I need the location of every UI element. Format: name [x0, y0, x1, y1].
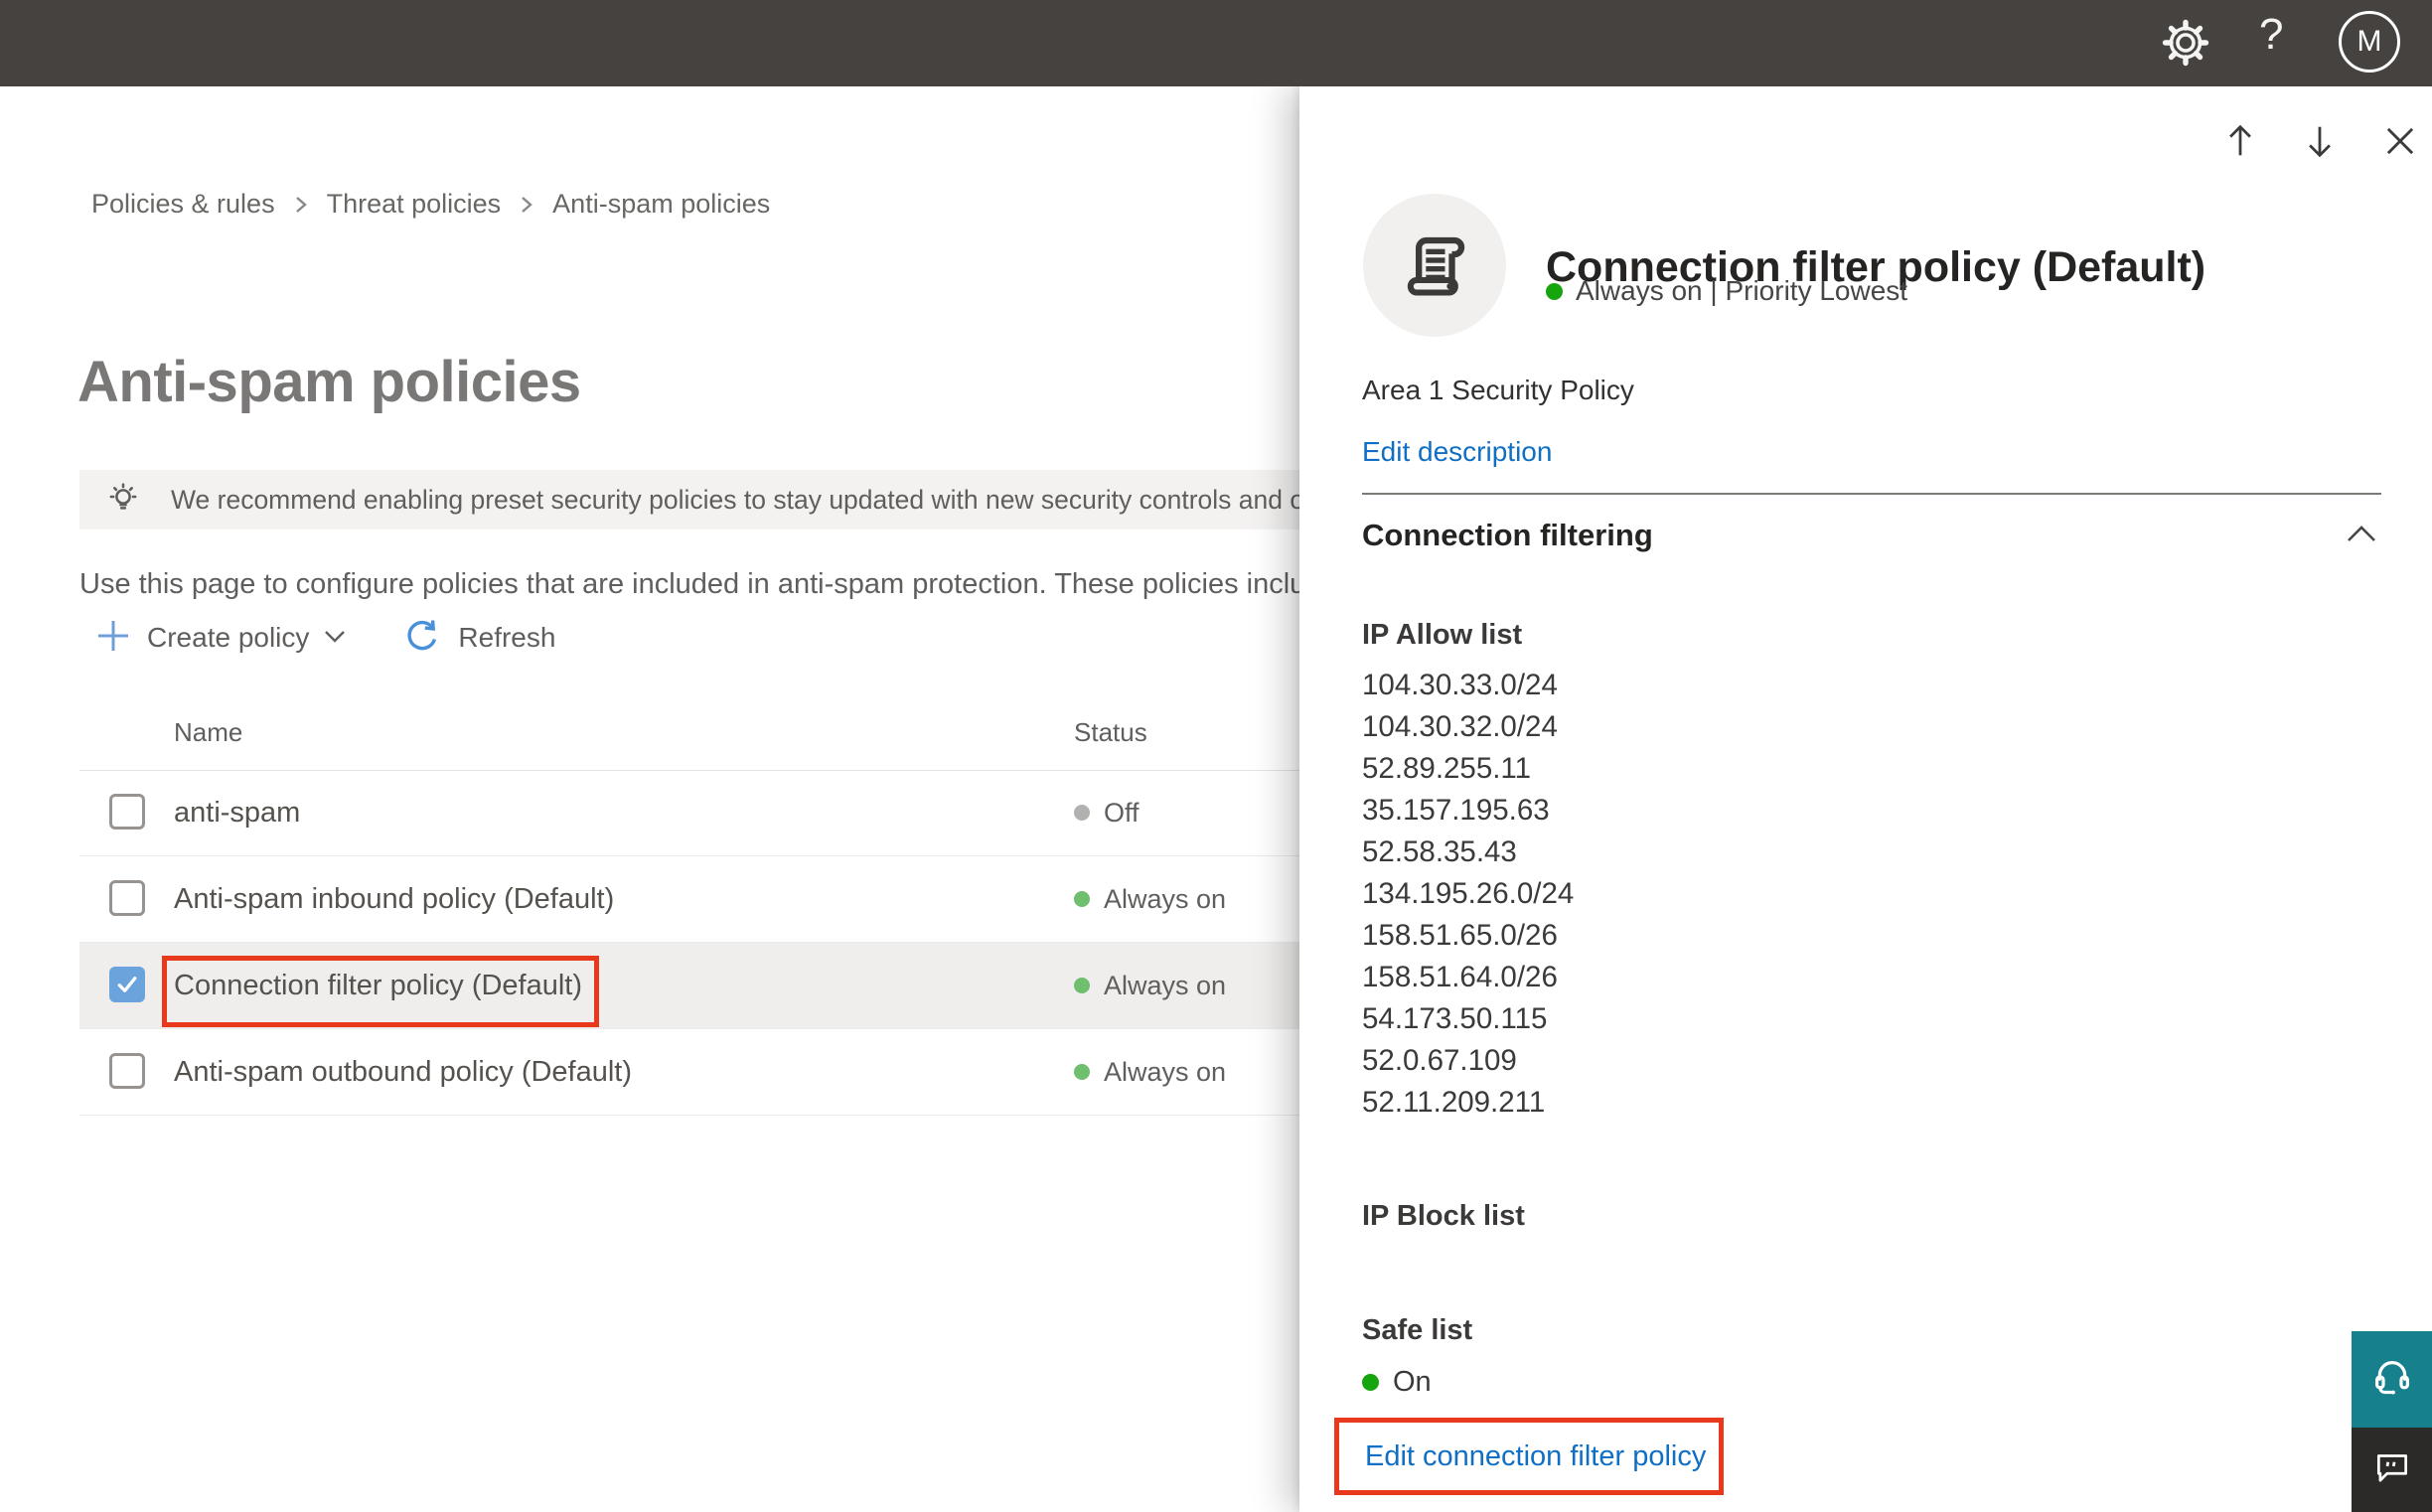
status-dot [1362, 1374, 1379, 1391]
avatar[interactable]: M [2339, 11, 2400, 73]
close-icon[interactable] [2378, 119, 2422, 168]
column-header-status[interactable]: Status [1074, 717, 1147, 748]
feedback-button[interactable] [2352, 1428, 2432, 1512]
chevron-down-icon [321, 625, 349, 652]
ip-entry: 35.157.195.63 [1362, 794, 1550, 827]
section-connection-filtering: Connection filtering [1362, 518, 2381, 553]
status-badge: Always on [1074, 856, 1226, 942]
status-dot [1074, 805, 1090, 821]
refresh-icon [402, 616, 442, 661]
status-dot [1074, 1064, 1090, 1080]
next-item-arrow-down-icon[interactable] [2298, 119, 2342, 168]
policy-scroll-icon [1363, 194, 1506, 337]
banner-text: We recommend enabling preset security po… [171, 484, 1445, 515]
row-checkbox[interactable] [109, 1053, 145, 1089]
top-app-bar: ? M [0, 0, 2432, 86]
breadcrumb-anti-spam-policies[interactable]: Anti-spam policies [552, 189, 770, 220]
safe-list-label: Safe list [1362, 1314, 1473, 1346]
refresh-button[interactable]: Refresh [402, 616, 567, 661]
divider [1362, 493, 2381, 495]
breadcrumb-threat-policies[interactable]: Threat policies [327, 189, 502, 220]
chevron-up-icon[interactable] [2342, 522, 2381, 552]
create-policy-label: Create policy [147, 622, 310, 653]
policy-name[interactable]: Connection filter policy (Default) [174, 943, 582, 1028]
ip-entry: 134.195.26.0/24 [1362, 877, 1575, 910]
ip-block-list-label: IP Block list [1362, 1200, 1525, 1232]
ip-entry: 104.30.32.0/24 [1362, 710, 1558, 743]
edit-connection-filter-policy-link[interactable]: Edit connection filter policy [1365, 1440, 1706, 1473]
section-title: Connection filtering [1362, 518, 1653, 552]
status-badge: Always on [1074, 943, 1226, 1028]
topbar-icon-group: ? M [2134, 0, 2432, 86]
status-badge: Always on [1074, 1029, 1226, 1115]
support-button[interactable] [2352, 1331, 2432, 1428]
panel-status: Always on | Priority Lowest [1546, 275, 1907, 307]
create-policy-button[interactable]: Create policy [95, 618, 349, 659]
status-label: Always on [1104, 883, 1227, 914]
plus-icon [95, 618, 131, 659]
screen: ? M Policies & rules Threat policies Ant… [0, 0, 2432, 1512]
refresh-label: Refresh [458, 622, 556, 653]
breadcrumb: Policies & rules Threat policies Anti-sp… [91, 189, 770, 220]
ip-allow-list-label: IP Allow list [1362, 619, 1523, 651]
policy-name[interactable]: Anti-spam inbound policy (Default) [174, 856, 614, 942]
safe-list-status: On [1362, 1366, 1432, 1399]
row-checkbox[interactable] [109, 880, 145, 916]
column-header-name[interactable]: Name [174, 717, 242, 748]
policy-description: Area 1 Security Policy [1362, 375, 1634, 405]
details-flyout-panel: Connection filter policy (Default) Alway… [1299, 86, 2432, 1512]
status-dot [1074, 891, 1090, 907]
breadcrumb-policies-rules[interactable]: Policies & rules [91, 189, 275, 220]
previous-item-arrow-up-icon[interactable] [2218, 119, 2262, 168]
headset-icon [2369, 1354, 2415, 1405]
ip-entry: 52.0.67.109 [1362, 1044, 1517, 1077]
panel-status-label: Always on | Priority Lowest [1576, 275, 1908, 306]
help-icon[interactable]: ? [2259, 10, 2283, 60]
status-label: Off [1104, 797, 1140, 828]
ip-allow-list: 104.30.33.0/24 104.30.32.0/24 52.89.255.… [1362, 665, 1574, 1124]
ip-entry: 158.51.64.0/26 [1362, 961, 1558, 993]
status-dot [1074, 978, 1090, 993]
status-badge: Off [1074, 770, 1140, 855]
ip-entry: 52.89.255.11 [1362, 752, 1532, 785]
chevron-right-icon [291, 193, 311, 217]
list-toolbar: Create policy Refresh [95, 614, 567, 662]
ip-entry: 54.173.50.115 [1362, 1002, 1548, 1035]
lightbulb-icon [105, 482, 141, 518]
annotation-rectangle: Edit connection filter policy [1334, 1418, 1724, 1495]
chevron-right-icon [517, 193, 536, 217]
ip-entry: 52.11.209.211 [1362, 1086, 1546, 1119]
status-label: Always on [1104, 1056, 1227, 1087]
panel-nav [1299, 86, 2432, 186]
row-checkbox[interactable] [109, 794, 145, 830]
settings-gear-icon[interactable] [2162, 19, 2209, 72]
status-label: Always on [1104, 970, 1227, 1000]
safe-list-status-label: On [1393, 1366, 1432, 1398]
policy-name[interactable]: anti-spam [174, 770, 300, 855]
ip-entry: 52.58.35.43 [1362, 835, 1517, 868]
edit-description-link[interactable]: Edit description [1362, 436, 1552, 468]
status-dot [1546, 282, 1563, 300]
ip-entry: 104.30.33.0/24 [1362, 669, 1558, 701]
row-checkbox-checked[interactable] [109, 967, 145, 1002]
policy-name[interactable]: Anti-spam outbound policy (Default) [174, 1029, 632, 1115]
ip-entry: 158.51.65.0/26 [1362, 919, 1558, 952]
feedback-chat-icon [2371, 1446, 2413, 1493]
page-title: Anti-spam policies [77, 349, 581, 414]
page-description: Use this page to configure policies that… [79, 568, 1338, 600]
